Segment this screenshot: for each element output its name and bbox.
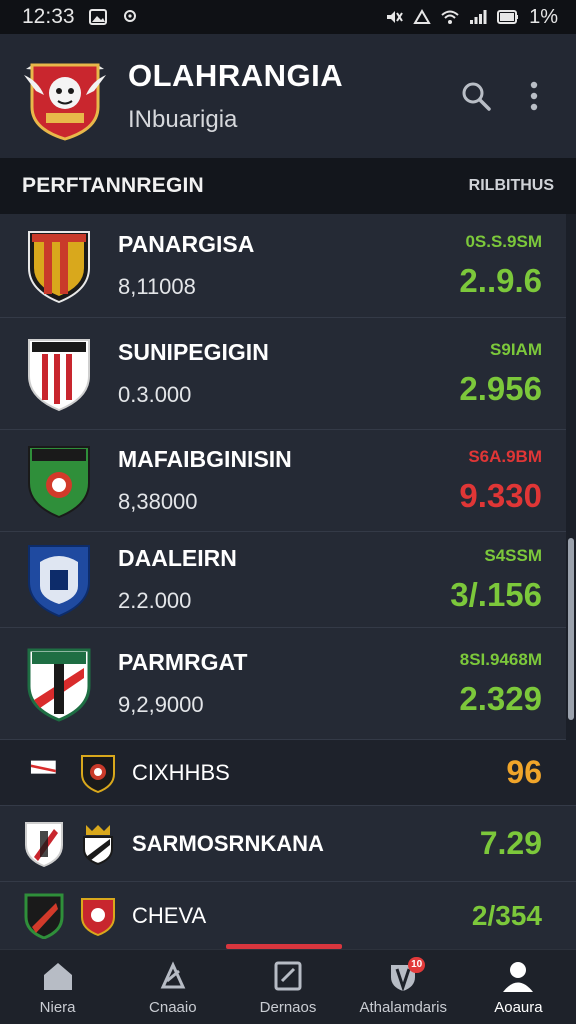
group-name: CIXHHBS: [132, 759, 230, 785]
team-name: MAFAIBGINISIN: [118, 446, 292, 472]
nav-item-profile[interactable]: Aoaura: [461, 950, 576, 1024]
team-crest-8: [24, 893, 64, 939]
trophy-icon: [160, 960, 186, 988]
team-stat: 8,11008: [118, 274, 196, 299]
home-icon: [43, 962, 72, 990]
section-title: PERFTANNREGIN: [22, 174, 204, 197]
team-value-big: 3/.156: [450, 575, 542, 613]
battery-icon: [497, 10, 519, 24]
team-stat: 0.3.000: [118, 382, 192, 407]
search-icon: [462, 82, 491, 111]
team-stat: 8,38000: [118, 489, 198, 514]
list-item[interactable]: CHEVA 2/354: [0, 882, 576, 950]
team-value: 7.29: [479, 825, 542, 861]
team-crest-9: [81, 897, 115, 936]
team-value-small: S4SSM: [484, 545, 542, 565]
team-crest-2: [28, 338, 90, 411]
battery-level: 1%: [529, 5, 558, 28]
nav-item-edit[interactable]: Dernaos: [230, 950, 345, 1024]
team-value-small: 0S.S.9SM: [465, 231, 542, 251]
team-crest-4: [28, 544, 90, 617]
team-value-small: 8SI.9468M: [459, 649, 542, 669]
nav-label: Aoaura: [494, 998, 543, 1016]
wifi-icon: [441, 10, 459, 24]
group-value: 96: [506, 754, 542, 790]
team-value-small: S9IAM: [490, 339, 542, 359]
group-row[interactable]: CIXHHBS 96: [0, 740, 576, 806]
more-vertical-icon: [530, 81, 538, 111]
flag-icon: [30, 760, 56, 774]
team-stat: 2.2.000: [118, 588, 192, 613]
app-subtitle: INbuarigia: [128, 106, 238, 133]
signal-dots-icon: [413, 9, 431, 24]
team-name: PANARGISA: [118, 231, 255, 257]
profile-icon: [503, 961, 534, 992]
team-value-big: 2.956: [459, 369, 542, 407]
team-crest-1: [28, 230, 90, 303]
location-icon: [123, 10, 136, 22]
nav-label: Athalamdaris: [359, 998, 447, 1016]
team-name: SUNIPEGIGIN: [118, 339, 269, 365]
nav-item-home[interactable]: Niera: [0, 950, 115, 1024]
shield-icon-wrap: 10: [385, 956, 426, 993]
notification-badge: 10: [408, 956, 426, 973]
app-header: OLAHRANGIA INbuarigia: [0, 34, 576, 158]
search-button[interactable]: [456, 76, 496, 116]
team-row[interactable]: DAALEIRN 2.2.000 S4SSM 3/.156: [0, 532, 566, 628]
cell-signal-icon: [470, 10, 487, 24]
nav-item-shield[interactable]: 10 Athalamdaris: [346, 950, 461, 1024]
team-crest-3: [28, 445, 90, 518]
bottom-navigation: Niera Cnaaio Dernaos 10 Athalamdaris Aoa…: [0, 949, 576, 1024]
mute-icon: [387, 11, 403, 23]
team-crest-7: [83, 824, 113, 865]
status-time: 12:33: [22, 5, 75, 28]
team-crest-5: [27, 648, 91, 722]
scrollbar[interactable]: [568, 538, 574, 720]
more-options-button[interactable]: [514, 76, 554, 116]
list-item[interactable]: SARMOSRNKANA 7.29: [0, 806, 576, 882]
club-logo: [24, 63, 106, 141]
nav-label: Niera: [39, 998, 76, 1016]
team-name: PARMRGAT: [118, 649, 248, 675]
team-crest-6: [25, 821, 63, 867]
team-name: SARMOSRNKANA: [132, 830, 324, 856]
app-title: OLAHRANGIA: [128, 58, 344, 93]
nav-item-trophy[interactable]: Cnaaio: [115, 950, 230, 1024]
team-value-big: 9.330: [459, 476, 542, 514]
team-row[interactable]: SUNIPEGIGIN 0.3.000 S9IAM 2.956: [0, 318, 566, 430]
status-bar: 12:33 1%: [0, 0, 576, 34]
edit-icon: [274, 961, 302, 990]
team-value-big: 2..9.6: [459, 261, 542, 299]
team-row[interactable]: MAFAIBGINISIN 8,38000 S6A.9BM 9.330: [0, 430, 566, 532]
team-stat: 9,2,9000: [118, 692, 204, 717]
section-sort-label[interactable]: RILBITHUS: [469, 177, 554, 195]
team-row[interactable]: PARMRGAT 9,2,9000 8SI.9468M 2.329: [0, 628, 566, 740]
group-crest-icon: [81, 754, 115, 793]
section-header: PERFTANNREGIN RILBITHUS: [0, 158, 576, 214]
team-name: CHEVA: [132, 902, 207, 928]
nav-label: Cnaaio: [149, 998, 197, 1016]
team-value-small: S6A.9BM: [468, 446, 542, 466]
team-name: DAALEIRN: [118, 545, 237, 571]
team-value: 2/354: [471, 899, 542, 931]
team-row[interactable]: PANARGISA 8,11008 0S.S.9SM 2..9.6: [0, 214, 566, 318]
gallery-icon: [88, 9, 107, 25]
nav-label: Dernaos: [259, 998, 317, 1016]
team-value-big: 2.329: [459, 679, 542, 717]
